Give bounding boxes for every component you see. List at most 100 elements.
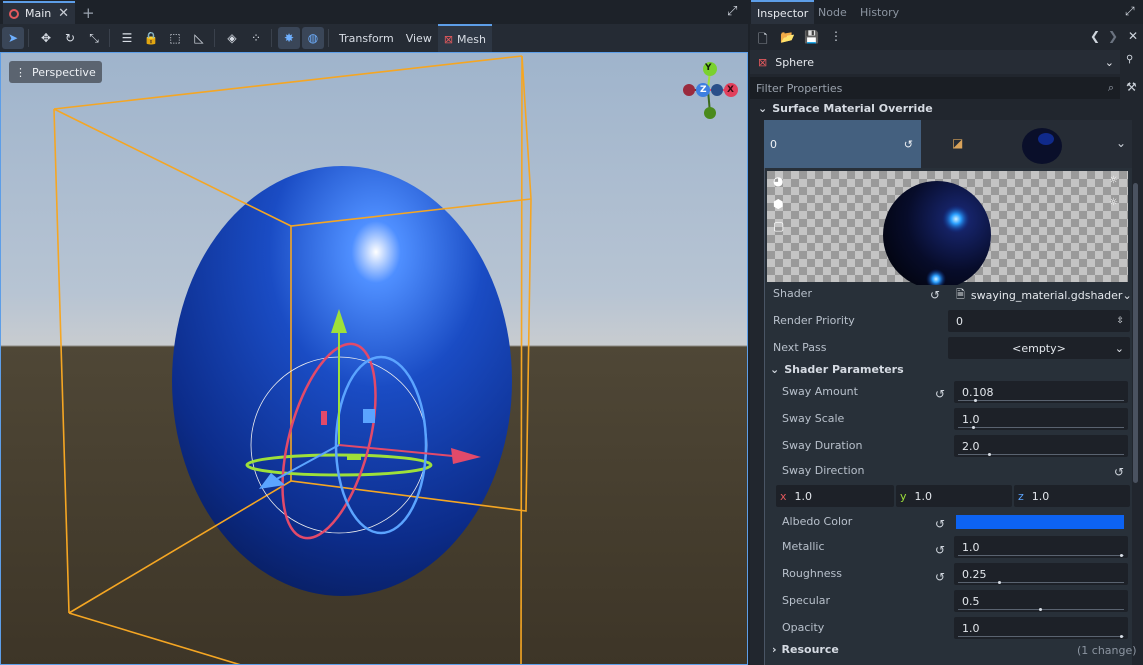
chevron-down-icon[interactable]: ⌄ — [1116, 136, 1126, 150]
tab-inspector[interactable]: Inspector — [751, 0, 815, 24]
slider-grabber[interactable] — [1120, 554, 1123, 557]
slider-grabber[interactable] — [998, 581, 1001, 584]
material-thumbnail — [1022, 128, 1062, 164]
chevron-right-icon[interactable]: ❯ — [1108, 29, 1118, 43]
tab-node[interactable]: Node — [812, 0, 853, 24]
render-priority-value: 0 — [956, 314, 963, 328]
slider-track — [958, 555, 1124, 556]
sway-amount-slider[interactable]: 0.108 — [954, 381, 1128, 403]
revert-icon[interactable]: ↺ — [935, 387, 945, 401]
light2-toggle-icon[interactable]: ☼ — [1109, 197, 1118, 208]
perspective-label: Perspective — [32, 65, 96, 79]
material-preview: ◕ ⬢ ▢ ☼ ☼ — [767, 171, 1128, 285]
doc-icon[interactable]: ⚲ — [1126, 54, 1133, 65]
shader-parameters-section[interactable]: ⌄ Shader Parameters — [770, 363, 904, 376]
property-tools-icon[interactable]: ⚒ — [1126, 80, 1137, 94]
resource-section[interactable]: › Resource — [772, 643, 839, 656]
save-resource-icon[interactable]: 💾 — [804, 30, 819, 44]
plus-icon[interactable]: + — [82, 4, 95, 22]
slider-grabber[interactable] — [972, 426, 975, 429]
revert-icon[interactable]: ↺ — [935, 543, 945, 557]
revert-icon[interactable]: ↺ — [1114, 465, 1124, 479]
roughness-slider[interactable]: 0.25 — [954, 563, 1128, 585]
scale-mode-icon[interactable]: ⤡ — [83, 27, 105, 49]
3d-viewport[interactable]: Y Z X — [0, 52, 748, 665]
chevron-left-icon[interactable]: ❮ — [1090, 29, 1100, 43]
direction-x-field[interactable]: x 1.0 — [776, 485, 894, 507]
metallic-value: 1.0 — [962, 540, 980, 554]
specular-slider[interactable]: 0.5 — [954, 590, 1128, 612]
snap-icon[interactable]: ⁘ — [245, 27, 267, 49]
list-select-icon[interactable]: ☰ — [116, 27, 138, 49]
sphere-preview-icon[interactable]: ◕ — [773, 174, 783, 188]
mesh-menu[interactable]: ⊠ Mesh — [437, 24, 493, 52]
load-resource-icon[interactable]: 📂 — [780, 30, 795, 44]
light1-toggle-icon[interactable]: ☼ — [1109, 175, 1118, 186]
surface-slot-label: 0 — [770, 137, 777, 151]
metallic-slider[interactable]: 1.0 — [954, 536, 1128, 558]
perspective-menu-button[interactable]: ⋮ Perspective — [9, 61, 102, 83]
dock-tabs: Inspector Node History ⤢ — [750, 0, 1143, 24]
slider-grabber[interactable] — [988, 453, 991, 456]
view-menu[interactable]: View — [400, 24, 438, 52]
ruler-icon[interactable]: ◺ — [188, 27, 210, 49]
slider-track — [958, 582, 1124, 583]
rotate-mode-icon[interactable]: ↻ — [59, 27, 81, 49]
metallic-label: Metallic — [782, 540, 825, 553]
filter-properties-input[interactable]: Filter Properties ⌕ — [750, 77, 1120, 99]
toolbar-divider — [28, 29, 29, 47]
slider-grabber[interactable] — [1039, 608, 1042, 611]
sway-scale-slider[interactable]: 1.0 — [954, 408, 1128, 430]
slider-grabber[interactable] — [974, 399, 977, 402]
box-preview-icon[interactable]: ⬢ — [773, 197, 783, 211]
lock-icon[interactable]: 🔒 — [140, 27, 162, 49]
local-space-icon[interactable]: ◈ — [221, 27, 243, 49]
close-icon[interactable]: ✕ — [1128, 29, 1138, 43]
direction-z-field[interactable]: z 1.0 — [1014, 485, 1130, 507]
sway-scale-value: 1.0 — [962, 412, 980, 426]
select-mode-icon[interactable]: ➤ — [2, 27, 24, 49]
mesh-menu-label: Mesh — [457, 32, 487, 46]
sun-preview-icon[interactable]: ✸ — [278, 27, 300, 49]
resource-section-title: Resource — [781, 643, 839, 656]
revert-icon[interactable]: ↺ — [935, 517, 945, 531]
sphere-mesh[interactable] — [172, 166, 512, 596]
chevron-down-icon: ⌄ — [1122, 288, 1132, 302]
fullscreen-icon[interactable]: ⤢ — [1125, 4, 1135, 19]
section-title: Surface Material Override — [772, 102, 933, 115]
toolbar-divider — [271, 29, 272, 47]
opacity-value: 1.0 — [962, 621, 980, 635]
revert-icon[interactable]: ↺ — [930, 288, 940, 302]
move-mode-icon[interactable]: ✥ — [35, 27, 57, 49]
sway-duration-slider[interactable]: 2.0 — [954, 435, 1128, 457]
direction-x-value: 1.0 — [794, 489, 813, 503]
albedo-color-picker[interactable] — [956, 515, 1124, 529]
opacity-slider[interactable]: 1.0 — [954, 617, 1128, 639]
shader-resource-picker[interactable]: 🗎 swaying_material.gdshader ⌄ — [948, 284, 1132, 306]
kebab-icon[interactable]: ⋮ — [830, 29, 842, 43]
direction-z-value: 1.0 — [1031, 489, 1050, 503]
group-icon[interactable]: ⬚ — [164, 27, 186, 49]
quad-preview-icon[interactable]: ▢ — [773, 219, 784, 233]
environment-preview-icon[interactable]: ◍ — [302, 27, 324, 49]
specular-label: Specular — [782, 594, 831, 607]
tab-history[interactable]: History — [854, 0, 905, 24]
close-tab-icon[interactable]: ✕ — [58, 6, 69, 21]
surface-slot-index: 0 ↺ — [764, 120, 921, 168]
direction-y-field[interactable]: y 1.0 — [896, 485, 1012, 507]
resource-selector[interactable]: ⊠ Sphere ⌄ — [750, 50, 1120, 74]
scene-tab-label: Main — [25, 7, 52, 20]
slider-grabber[interactable] — [1120, 635, 1123, 638]
fullscreen-icon[interactable]: ⤢ — [727, 4, 737, 19]
toolbar-divider — [328, 29, 329, 47]
revert-icon[interactable]: ↺ — [935, 570, 945, 584]
transform-menu[interactable]: Transform — [333, 24, 400, 52]
revert-icon[interactable]: ↺ — [904, 138, 913, 151]
surface-material-section[interactable]: ⌄ Surface Material Override — [758, 102, 933, 115]
new-resource-icon[interactable]: 🗋 — [758, 30, 768, 51]
inspector-scrollbar[interactable] — [1133, 183, 1138, 483]
next-pass-picker[interactable]: <empty> ⌄ — [948, 337, 1130, 359]
sway-scale-label: Sway Scale — [782, 412, 845, 425]
render-priority-spinbox[interactable]: 0 ⇳ — [948, 310, 1130, 332]
scene-tab-main[interactable]: Main ✕ — [3, 1, 75, 24]
